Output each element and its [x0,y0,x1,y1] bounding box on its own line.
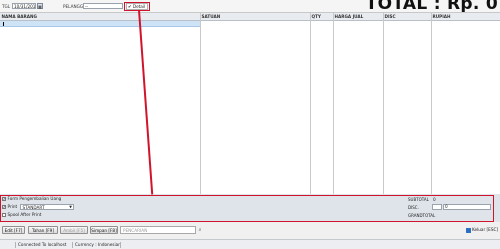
ambil-button[interactable]: Ambil [F5] [60,226,88,234]
text-caret [3,22,4,26]
table-row[interactable] [0,21,200,27]
column-divider [333,13,334,195]
column-divider [383,13,384,195]
search-input[interactable]: PENCARIAN [120,226,196,234]
status-divider [15,241,16,248]
col-disc[interactable]: DISC [383,13,431,21]
col-rupiah[interactable]: RUPIAH [431,13,500,21]
connection-status: Connected To localhost [18,242,67,247]
column-divider [200,13,201,195]
button-bar: Edit [F7] Tahan [F9] Ambil [F5] Simpan [… [0,226,500,236]
col-harga-jual[interactable]: HARGA JUAL [333,13,383,21]
exit-icon [466,227,471,233]
search-icon[interactable]: ⌕ [197,227,203,233]
edit-button[interactable]: Edit [F7] [2,226,25,234]
date-field[interactable]: 10/31/201 [12,3,36,9]
calendar-icon[interactable]: ▦ [37,3,43,9]
items-grid[interactable]: NAMA BARANG SATUAN QTY HARGA JUAL DISC R… [0,12,500,195]
tgl-label: TGL [2,4,11,9]
grid-header: NAMA BARANG SATUAN QTY HARGA JUAL DISC R… [0,13,500,21]
header-bar: TGL 10/31/201 ▦ PELANGGAN -- ✔ Detail TO… [0,0,500,14]
col-nama-barang[interactable]: NAMA BARANG [0,13,200,21]
currency-status: Currency : Indonesian [75,242,121,247]
customer-field[interactable]: -- [83,3,123,9]
annotation-detail-frame [124,2,150,11]
keluar-label: Keluar [ESC] [472,227,499,232]
column-divider [310,13,311,195]
tahan-button[interactable]: Tahan [F9] [28,226,58,234]
status-bar: Connected To localhost Currency : Indone… [0,239,500,249]
simpan-button[interactable]: Simpan [F8] [90,226,118,234]
status-divider [72,241,73,248]
status-divider [120,241,121,248]
keluar-button[interactable]: Keluar [ESC] [466,226,498,234]
col-satuan[interactable]: SATUAN [200,13,310,21]
column-divider [431,13,432,195]
col-qty[interactable]: QTY [310,13,333,21]
annotation-frame [0,195,494,222]
